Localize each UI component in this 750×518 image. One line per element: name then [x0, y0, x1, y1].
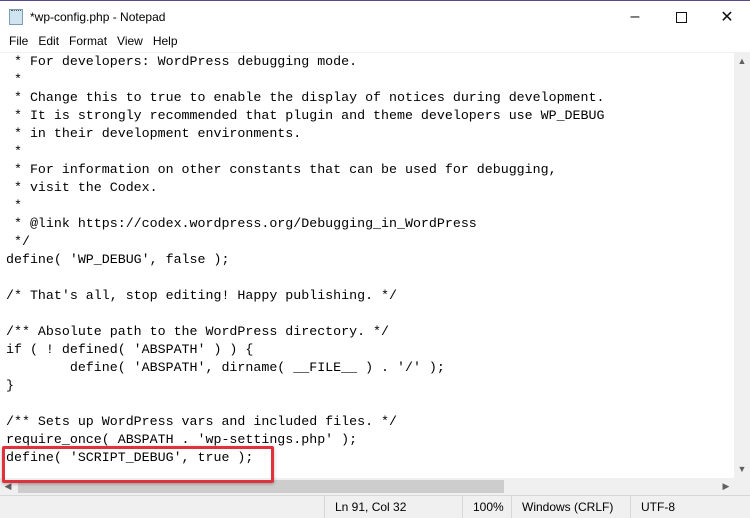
- code-line: *: [6, 72, 22, 87]
- zoom-level: 100%: [462, 496, 504, 518]
- menu-help[interactable]: Help: [148, 32, 183, 52]
- code-line: if ( ! defined( 'ABSPATH' ) ) {: [6, 342, 254, 357]
- scrollbar-corner: [734, 478, 750, 495]
- code-line: define( 'ABSPATH', dirname( __FILE__ ) .…: [6, 360, 445, 375]
- notepad-icon: [9, 9, 23, 25]
- code-line: * It is strongly recommended that plugin…: [6, 108, 605, 123]
- menu-view[interactable]: View: [112, 32, 148, 52]
- scroll-up-icon[interactable]: ▲: [734, 56, 750, 66]
- code-line: define( 'WP_DEBUG', false );: [6, 252, 230, 267]
- encoding: UTF-8: [630, 496, 675, 518]
- code-line: /** Sets up WordPress vars and included …: [6, 414, 397, 429]
- code-line: * @link https://codex.wordpress.org/Debu…: [6, 216, 477, 231]
- maximize-icon: [675, 11, 687, 23]
- cursor-position: Ln 91, Col 32: [324, 496, 406, 518]
- code-line: */: [6, 234, 30, 249]
- code-line: * For information on other constants tha…: [6, 162, 557, 177]
- minimize-icon: –: [630, 8, 640, 25]
- code-line: * For developers: WordPress debugging mo…: [6, 54, 358, 69]
- vertical-scrollbar[interactable]: ▲ ▼: [734, 52, 750, 478]
- menu-bar: File Edit Format View Help: [0, 32, 750, 52]
- close-icon: ✕: [720, 9, 734, 26]
- text-editor[interactable]: * For developers: WordPress debugging mo…: [0, 52, 734, 478]
- menu-edit[interactable]: Edit: [33, 32, 64, 52]
- highlight-box: [2, 446, 274, 483]
- line-ending: Windows (CRLF): [511, 496, 613, 518]
- menu-file[interactable]: File: [4, 32, 33, 52]
- maximize-button[interactable]: [658, 1, 704, 33]
- code-line: *: [6, 144, 22, 159]
- title-bar: *wp-config.php - Notepad – ✕: [0, 0, 750, 32]
- minimize-button[interactable]: –: [612, 1, 658, 33]
- scroll-right-icon[interactable]: ▶: [718, 481, 734, 492]
- scroll-down-icon[interactable]: ▼: [734, 464, 750, 474]
- code-line: }: [6, 378, 14, 393]
- code-line: * visit the Codex.: [6, 180, 158, 195]
- menu-format[interactable]: Format: [64, 32, 112, 52]
- close-button[interactable]: ✕: [704, 1, 750, 33]
- window-title: *wp-config.php - Notepad: [30, 10, 166, 24]
- code-line: /* That's all, stop editing! Happy publi…: [6, 288, 397, 303]
- code-line: *: [6, 198, 22, 213]
- status-bar: Ln 91, Col 32 100% Windows (CRLF) UTF-8: [0, 495, 750, 518]
- code-line: * Change this to true to enable the disp…: [6, 90, 605, 105]
- code-line: /** Absolute path to the WordPress direc…: [6, 324, 390, 339]
- code-line: * in their development environments.: [6, 126, 302, 141]
